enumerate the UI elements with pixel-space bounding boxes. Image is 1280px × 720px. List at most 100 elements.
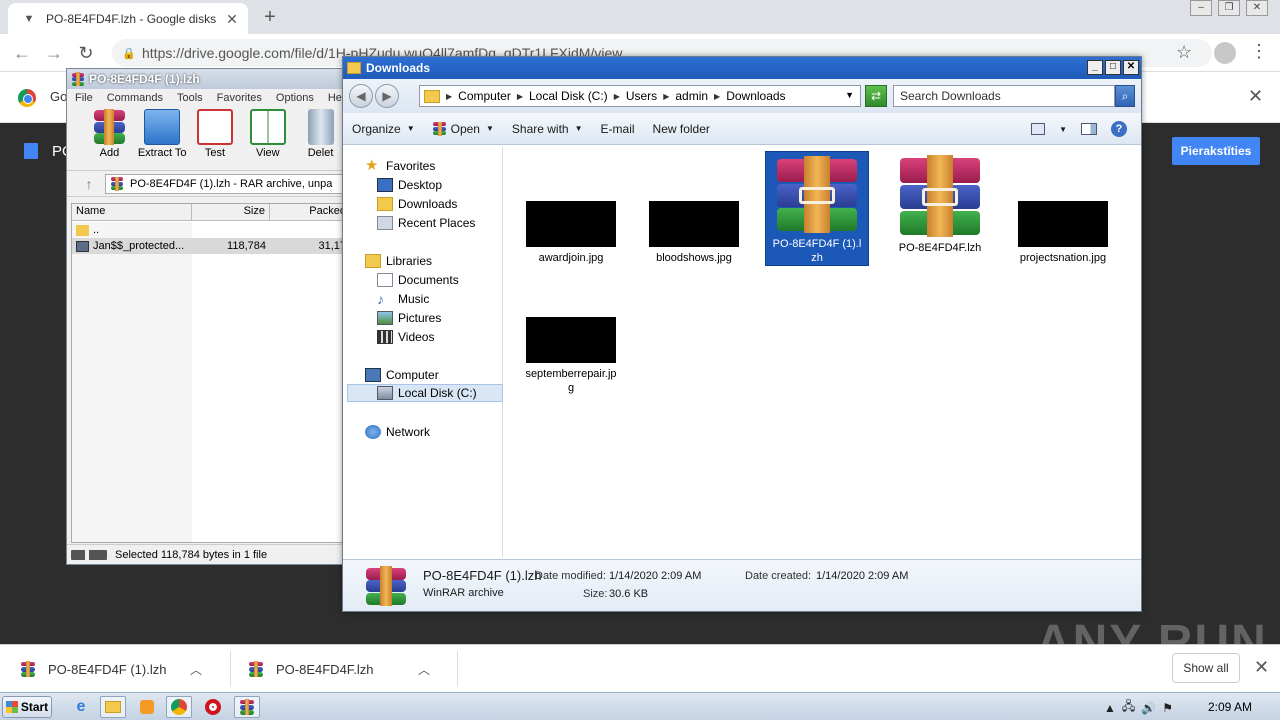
new-tab-button[interactable]: + xyxy=(258,6,282,28)
winrar-archive-icon xyxy=(363,566,409,606)
close-button[interactable]: ✕ xyxy=(1123,60,1139,75)
refresh-icon[interactable]: ⇄ xyxy=(865,85,887,107)
browser-tab[interactable]: ▼ PO-8E4FD4F.lzh - Google disks ✕ xyxy=(8,3,248,34)
breadcrumb-users[interactable]: Users xyxy=(626,89,657,103)
menu-options[interactable]: Options xyxy=(276,92,314,104)
forward-arrow-icon[interactable]: → xyxy=(42,41,66,65)
nav-desktop[interactable]: Desktop xyxy=(377,176,442,194)
nav-pictures[interactable]: Pictures xyxy=(377,309,441,327)
new-folder-button[interactable]: New folder xyxy=(644,122,719,136)
change-view-icon[interactable] xyxy=(1031,123,1046,135)
column-size[interactable]: Size xyxy=(192,204,270,220)
file-tile[interactable]: projectsnation.jpg xyxy=(1011,201,1115,265)
file-tile[interactable]: septemberrepair.jpg xyxy=(519,317,623,395)
column-packed[interactable]: Packed xyxy=(270,204,350,220)
sign-in-button[interactable]: Pierakstīties xyxy=(1172,137,1260,165)
chevron-up-icon[interactable]: ︿ xyxy=(190,661,202,678)
nav-favorites[interactable]: ★ Favorites xyxy=(365,157,435,175)
chevron-up-icon[interactable]: ︿ xyxy=(418,661,430,678)
menu-favorites[interactable]: Favorites xyxy=(217,92,262,104)
preview-pane-icon[interactable] xyxy=(1081,123,1097,135)
breadcrumb-admin[interactable]: admin xyxy=(675,89,708,103)
restore-button[interactable]: ❐ xyxy=(1218,0,1240,16)
explorer-titlebar[interactable]: Downloads _ □ ✕ xyxy=(343,57,1141,79)
bookmark-star-icon[interactable]: ☆ xyxy=(1176,42,1192,63)
organize-button[interactable]: Organize ▼ xyxy=(343,122,424,136)
breadcrumb[interactable]: ▶ Computer ▶ Local Disk (C:) ▶ Users ▶ a… xyxy=(419,85,861,107)
winrar-window: PO-8E4FD4F (1).lzh File Commands Tools F… xyxy=(66,68,350,565)
hard-drive-icon xyxy=(377,386,393,400)
menu-file[interactable]: File xyxy=(75,92,93,104)
search-icon[interactable]: ⌕ xyxy=(1115,85,1135,107)
chevron-down-icon[interactable]: ▼ xyxy=(1059,125,1067,134)
start-button[interactable]: Start xyxy=(2,696,52,718)
archive-path-field[interactable]: PO-8E4FD4F (1).lzh - RAR archive, unpa xyxy=(105,173,347,194)
infobar-close-icon[interactable]: ✕ xyxy=(1248,86,1263,107)
back-arrow-icon[interactable]: ← xyxy=(10,41,34,65)
action-center-flag-icon[interactable]: ⚑ xyxy=(1162,701,1173,715)
back-arrow-icon[interactable]: ◀ xyxy=(349,84,373,108)
view-button[interactable]: View xyxy=(241,107,294,170)
reload-icon[interactable]: ↻ xyxy=(74,41,98,65)
opera-icon[interactable] xyxy=(200,696,226,718)
extract-to-button[interactable]: Extract To xyxy=(136,107,189,170)
breadcrumb-computer[interactable]: Computer xyxy=(458,89,511,103)
file-name: PO-8E4FD4F.lzh xyxy=(898,242,982,254)
close-window-button[interactable]: ✕ xyxy=(1246,0,1268,16)
nav-recent-places[interactable]: Recent Places xyxy=(377,214,475,232)
chevron-down-icon[interactable]: ▼ xyxy=(845,90,854,100)
nav-computer[interactable]: Computer xyxy=(365,366,439,384)
add-button[interactable]: Add xyxy=(83,107,136,170)
nav-downloads[interactable]: Downloads xyxy=(377,195,457,213)
file-tile[interactable]: PO-8E4FD4F.lzh xyxy=(888,151,992,255)
list-item[interactable]: .. xyxy=(72,222,350,238)
chrome-taskbar-icon[interactable] xyxy=(166,696,192,718)
winrar-titlebar[interactable]: PO-8E4FD4F (1).lzh xyxy=(67,69,347,89)
nav-local-disk[interactable]: Local Disk (C:) xyxy=(347,384,503,402)
file-tile-selected[interactable]: PO-8E4FD4F (1).lzh xyxy=(765,151,869,266)
nav-videos[interactable]: Videos xyxy=(377,328,434,346)
close-shelf-icon[interactable]: ✕ xyxy=(1254,657,1269,678)
file-tile[interactable]: bloodshows.jpg xyxy=(642,201,746,265)
breadcrumb-downloads[interactable]: Downloads xyxy=(726,89,785,103)
test-button[interactable]: Test xyxy=(189,107,242,170)
email-button[interactable]: E-mail xyxy=(592,122,644,136)
maximize-button[interactable]: □ xyxy=(1105,60,1121,75)
kebab-menu-icon[interactable]: ⋮ xyxy=(1250,42,1268,60)
list-item[interactable]: Jan$$_protected... 118,784 31,17 xyxy=(72,238,350,254)
help-icon[interactable]: ? xyxy=(1111,121,1127,137)
open-button[interactable]: Open ▼ xyxy=(424,121,503,136)
share-with-button[interactable]: Share with ▼ xyxy=(503,122,592,136)
search-input[interactable]: Search Downloads xyxy=(893,85,1115,107)
minimize-button[interactable]: _ xyxy=(1087,60,1103,75)
winrar-taskbar-icon[interactable] xyxy=(234,696,260,718)
tray-expand-icon[interactable]: ▲ xyxy=(1104,701,1116,715)
forward-arrow-icon[interactable]: ▶ xyxy=(375,84,399,108)
delete-button[interactable]: Delet xyxy=(294,107,347,170)
tab-close-icon[interactable]: ✕ xyxy=(224,11,240,27)
breadcrumb-local-disk[interactable]: Local Disk (C:) xyxy=(529,89,608,103)
minimize-button[interactable]: – xyxy=(1190,0,1212,16)
internet-explorer-icon[interactable]: e xyxy=(68,696,94,718)
menu-tools[interactable]: Tools xyxy=(177,92,203,104)
clock[interactable]: 2:09 AM xyxy=(1208,700,1252,714)
network-tray-icon[interactable]: 🖧 xyxy=(1122,697,1135,718)
column-name[interactable]: Name xyxy=(72,204,192,220)
download-item[interactable]: PO-8E4FD4F.lzh ︿ xyxy=(228,645,430,693)
nav-music[interactable]: ♪ Music xyxy=(377,290,429,308)
nav-network[interactable]: Network xyxy=(365,423,430,441)
details-file-type: WinRAR archive xyxy=(423,587,504,599)
nav-libraries[interactable]: Libraries xyxy=(365,252,432,270)
trash-icon xyxy=(307,109,334,145)
media-player-icon[interactable] xyxy=(134,696,160,718)
volume-icon[interactable]: 🔊 xyxy=(1141,701,1156,715)
profile-avatar[interactable] xyxy=(1214,42,1236,64)
explorer-taskbar-icon[interactable] xyxy=(100,696,126,718)
network-icon xyxy=(365,425,381,439)
nav-documents[interactable]: Documents xyxy=(377,271,459,289)
download-item[interactable]: PO-8E4FD4F (1).lzh ︿ xyxy=(0,645,202,693)
show-all-button[interactable]: Show all xyxy=(1172,653,1240,683)
up-arrow-icon[interactable]: ↑ xyxy=(73,176,105,192)
file-tile[interactable]: awardjoin.jpg xyxy=(519,201,623,265)
menu-commands[interactable]: Commands xyxy=(107,92,163,104)
